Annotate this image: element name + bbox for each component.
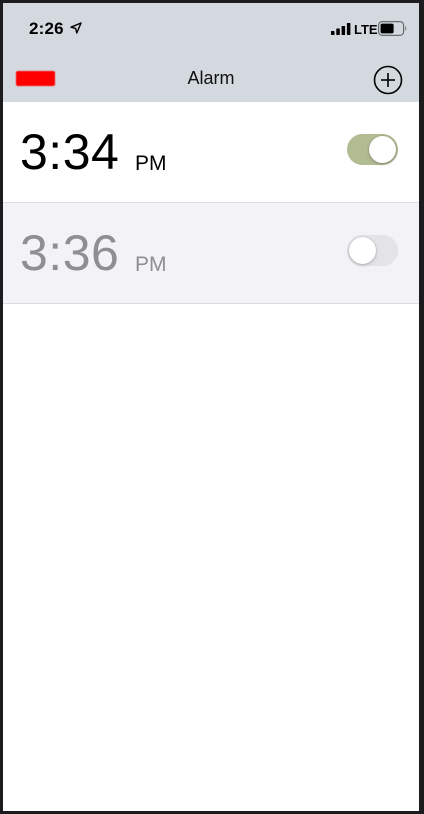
row-divider	[3, 303, 419, 304]
alarm-period: PM	[135, 152, 167, 175]
status-time: 2:26	[29, 19, 64, 38]
battery-icon	[378, 21, 407, 36]
add-alarm-button[interactable]	[373, 65, 403, 95]
alarm-time: 3:34	[20, 124, 120, 180]
signal-bars-icon	[331, 23, 351, 35]
network-type-label: LTE	[354, 22, 378, 37]
alarm-period: PM	[135, 253, 167, 276]
alarm-toggle[interactable]	[347, 134, 398, 165]
alarm-row[interactable]: 3:36 PM	[3, 203, 419, 304]
page-title: Alarm	[187, 68, 235, 88]
alarm-screen: 2:26 LTE Alarm 3:34 PM 3:36 PM	[3, 3, 419, 811]
navigation-bar: Alarm	[3, 55, 419, 102]
toggle-knob	[369, 136, 396, 163]
alarm-row[interactable]: 3:34 PM	[3, 102, 419, 203]
status-bar: 2:26 LTE	[3, 3, 419, 55]
alarm-time: 3:36	[20, 225, 120, 281]
location-arrow-icon	[70, 22, 82, 34]
toggle-knob	[349, 237, 376, 264]
alarm-toggle[interactable]	[347, 235, 398, 266]
